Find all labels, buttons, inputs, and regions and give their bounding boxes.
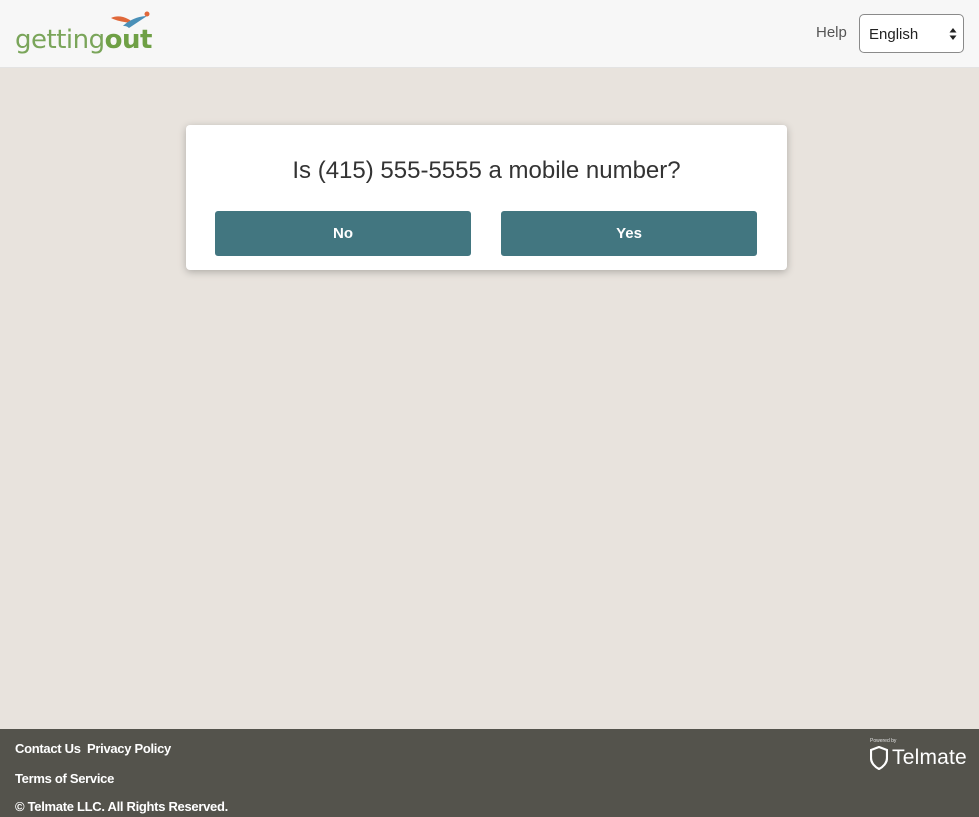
no-button[interactable]: No <box>215 211 471 256</box>
mobile-confirm-dialog: Is (415) 555-5555 a mobile number? No Ye… <box>186 125 787 270</box>
logo-wordmark: gettingout <box>15 25 152 55</box>
privacy-policy-link[interactable]: Privacy Policy <box>87 741 171 756</box>
gettingout-logo[interactable]: gettingout <box>15 10 155 56</box>
dialog-question: Is (415) 555-5555 a mobile number? <box>292 157 681 184</box>
powered-by-label: Powered by <box>870 738 897 744</box>
logo-text-out: out <box>104 25 153 55</box>
telmate-wordmark: Telmate <box>892 746 967 769</box>
telmate-logo: Powered by Telmate <box>868 738 968 772</box>
footer: Contact Us Privacy Policy Terms of Servi… <box>0 729 979 817</box>
yes-button[interactable]: Yes <box>501 211 757 256</box>
terms-of-service-link[interactable]: Terms of Service <box>15 771 114 786</box>
language-select[interactable]: English <box>859 14 964 53</box>
updown-arrows-icon <box>949 28 957 40</box>
language-selected-value: English <box>869 26 919 43</box>
logo-text-getting: getting <box>15 25 105 55</box>
copyright-text: © Telmate LLC. All Rights Reserved. <box>15 799 228 814</box>
header: gettingout Help English <box>0 0 979 68</box>
shield-icon <box>870 746 888 770</box>
contact-us-link[interactable]: Contact Us <box>15 741 81 756</box>
help-link[interactable]: Help <box>816 24 847 41</box>
